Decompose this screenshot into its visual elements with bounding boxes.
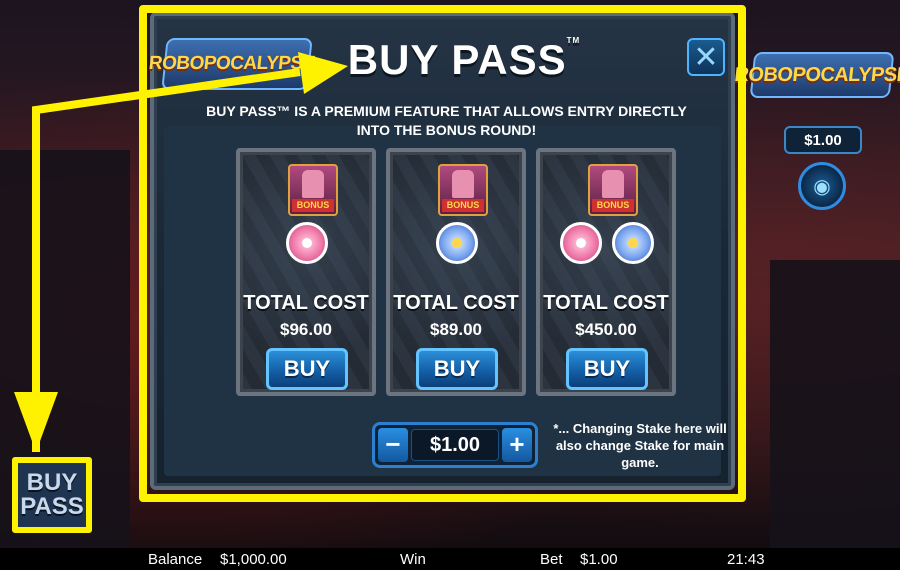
stake-control: − $1.00 + xyxy=(372,422,538,468)
game-logo-right: ROBOPOCALYPSE xyxy=(733,52,900,98)
bonus-option-card-1: BONUS TOTAL COST $96.00 BUY xyxy=(236,148,376,396)
total-cost-value: $89.00 xyxy=(430,320,482,339)
balance-value: $1,000.00 xyxy=(220,551,287,568)
total-cost-label: TOTAL COST xyxy=(243,292,369,314)
total-cost-label: TOTAL COST xyxy=(543,292,669,314)
pink-wheel-icon xyxy=(286,222,328,264)
bonus-symbol-image: BONUS xyxy=(288,164,338,216)
bonus-option-card-3: BONUS TOTAL COST $450.00 BUY xyxy=(536,148,676,396)
bonus-symbol-image: BONUS xyxy=(588,164,638,216)
stake-decrease-button[interactable]: − xyxy=(378,428,408,462)
pink-wheel-icon xyxy=(560,222,602,264)
blue-wheel-icon xyxy=(612,222,654,264)
side-stake-display[interactable]: $1.00 xyxy=(784,126,862,154)
stake-note: *... Changing Stake here will also chang… xyxy=(553,421,727,470)
blue-wheel-icon xyxy=(436,222,478,264)
stake-value: $1.00 xyxy=(411,429,499,461)
total-cost-value: $96.00 xyxy=(280,320,332,339)
game-logo: ROBOPOCALYPSE TM xyxy=(148,38,326,90)
close-icon: ✕ xyxy=(693,40,719,74)
bonus-option-card-2: BONUS TOTAL COST $89.00 BUY xyxy=(386,148,526,396)
buy-button-1[interactable]: BUY xyxy=(266,348,348,390)
bet-label: Bet xyxy=(540,551,563,568)
win-label: Win xyxy=(400,551,426,568)
buy-button-3[interactable]: BUY xyxy=(566,348,648,390)
clock: 21:43 xyxy=(727,551,765,568)
buy-pass-label-line2: PASS xyxy=(20,493,84,520)
buy-pass-button[interactable]: BUY PASS xyxy=(12,457,92,533)
status-bar: Balance $1,000.00 Win Bet $1.00 21:43 xyxy=(0,548,900,570)
buy-pass-dialog: ROBOPOCALYPSE TM BUY PASSTM ✕ BUY PASS™ I… xyxy=(148,12,735,490)
total-cost-value: $450.00 xyxy=(575,320,637,339)
background-building xyxy=(770,260,900,548)
bonus-symbol-image: BONUS xyxy=(438,164,488,216)
coin-stack-icon[interactable]: ◉ xyxy=(798,162,846,210)
dialog-title: BUY PASSTM xyxy=(347,36,581,83)
close-button[interactable]: ✕ xyxy=(687,38,725,76)
dialog-subtitle: BUY PASS™ IS A PREMIUM FEATURE THAT ALLO… xyxy=(206,103,687,138)
total-cost-label: TOTAL COST xyxy=(393,292,519,314)
stake-increase-button[interactable]: + xyxy=(502,428,532,462)
buy-button-2[interactable]: BUY xyxy=(416,348,498,390)
buy-pass-label-line1: BUY xyxy=(26,469,78,496)
bet-value: $1.00 xyxy=(580,551,618,568)
balance-label: Balance xyxy=(148,551,203,568)
